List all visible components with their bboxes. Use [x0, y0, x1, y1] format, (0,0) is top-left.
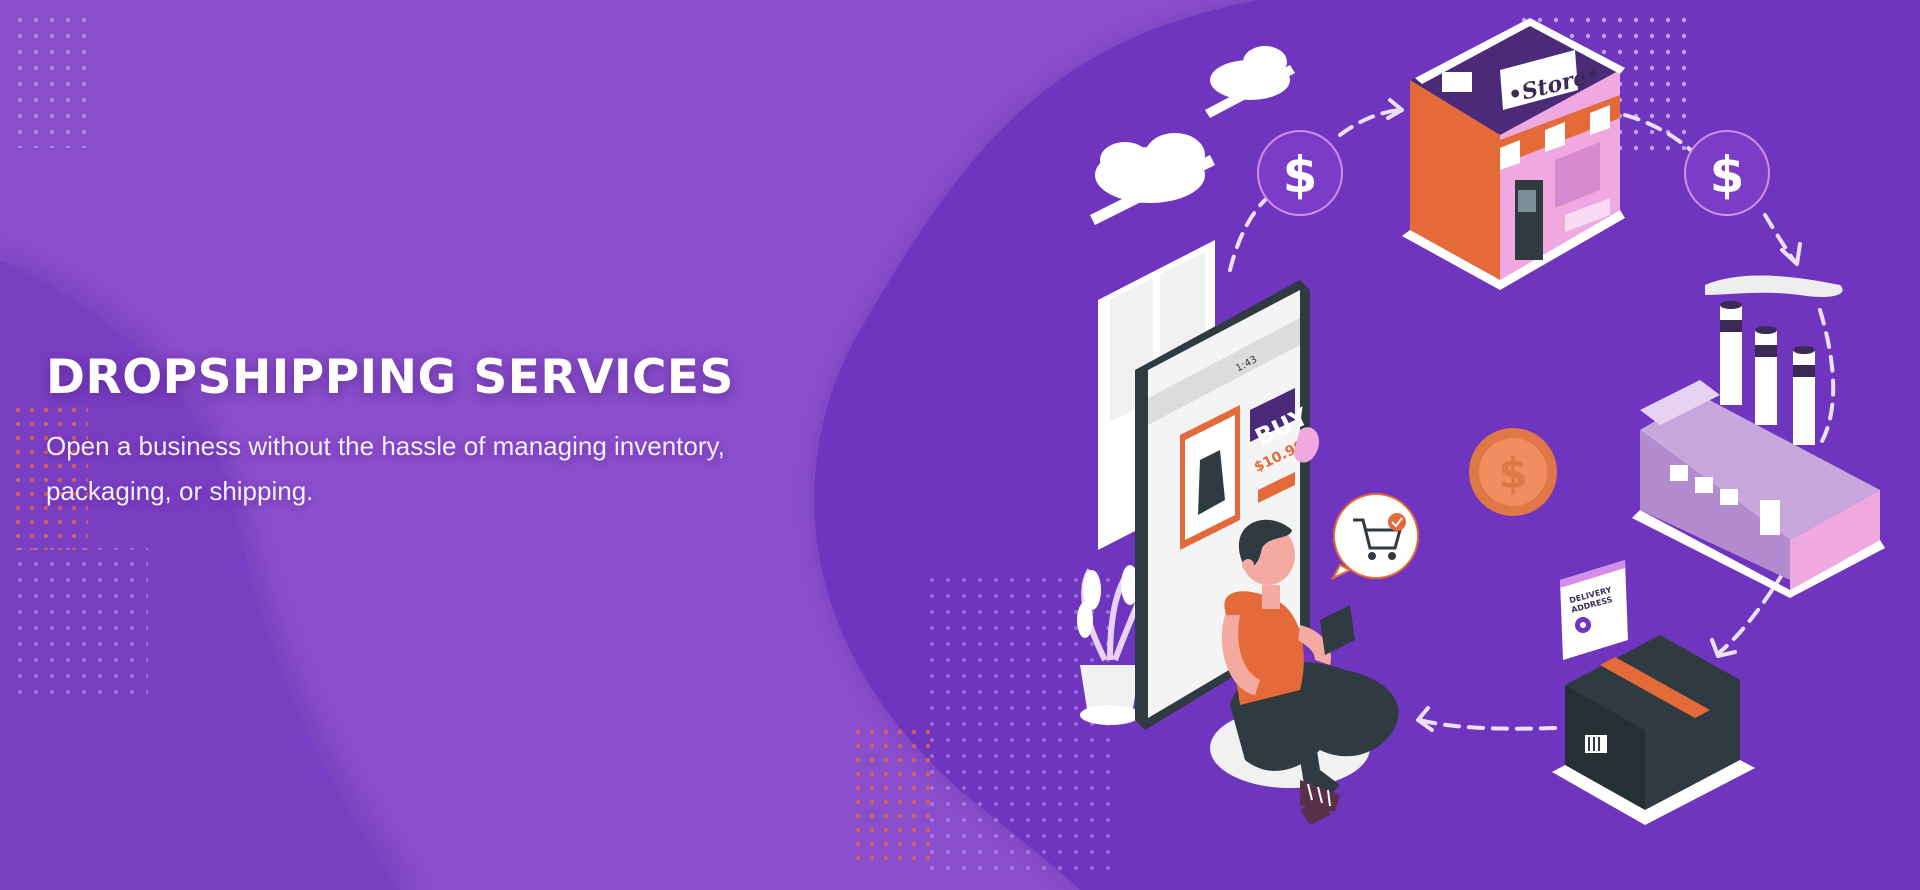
cart-bubble — [1330, 493, 1419, 581]
shipping-box — [1552, 635, 1755, 825]
coin-icon: $ — [1469, 428, 1557, 516]
factory-building — [1632, 275, 1885, 598]
svg-text:$: $ — [1498, 449, 1527, 498]
hero-banner: DROPSHIPPING SERVICES Open a business wi… — [0, 0, 1920, 890]
dropshipping-illustration: $ $ $ •Store• DELIVERY ADDRESS 1:43 BUY … — [1077, 18, 1885, 825]
store-building: •Store• — [1402, 18, 1625, 290]
dollar-badge-right: $ — [1684, 130, 1770, 216]
cloud-right — [1205, 46, 1295, 118]
delivery-address-tag: DELIVERY ADDRESS — [1560, 560, 1628, 660]
cloud-left — [1090, 133, 1215, 225]
svg-text:$: $ — [1283, 146, 1318, 204]
svg-text:$: $ — [1710, 146, 1745, 204]
dollar-badge-left: $ — [1257, 130, 1343, 216]
